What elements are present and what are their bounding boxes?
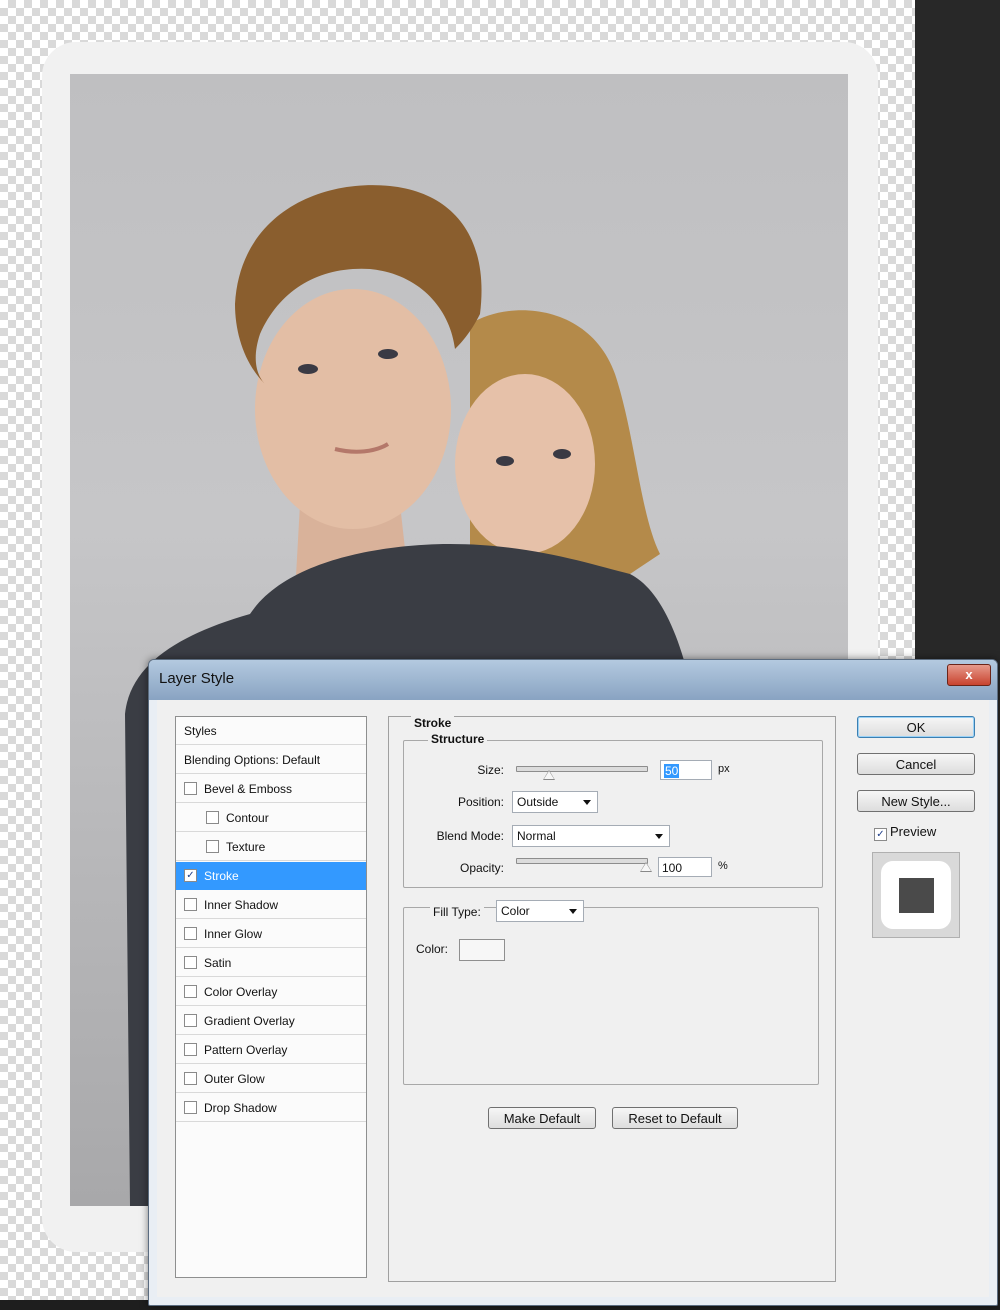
styles-list: Styles Blending Options: Default Bevel & E… [175, 716, 367, 1278]
style-item-label: Satin [204, 956, 232, 970]
checkbox-icon[interactable] [184, 927, 197, 940]
style-item-label: Gradient Overlay [204, 1014, 295, 1028]
ok-label: OK [906, 720, 926, 735]
opacity-slider-thumb[interactable] [640, 862, 652, 872]
style-item-contour[interactable]: Contour [176, 804, 366, 832]
checkbox-icon[interactable] [184, 782, 197, 795]
style-item-bevel-emboss[interactable]: Bevel & Emboss [176, 775, 366, 803]
opacity-value: 100 [662, 861, 683, 875]
style-item-satin[interactable]: Satin [176, 949, 366, 977]
reset-to-default-label: Reset to Default [628, 1111, 722, 1126]
checkbox-icon[interactable]: ✓ [184, 869, 197, 882]
style-item-label: Contour [226, 811, 269, 825]
fill-type-value: Color [501, 904, 530, 918]
size-unit: px [718, 763, 730, 775]
style-item-outer-glow[interactable]: Outer Glow [176, 1065, 366, 1093]
new-style-label: New Style... [881, 794, 951, 809]
preview-swatch [899, 878, 934, 913]
stroke-settings-panel: Stroke Structure Size: 50 px Position: O… [388, 716, 836, 1282]
opacity-unit: % [718, 860, 728, 872]
make-default-label: Make Default [503, 1111, 581, 1126]
ok-button[interactable]: OK [857, 716, 975, 738]
size-slider-thumb[interactable] [542, 770, 555, 780]
dialog-content: Styles Blending Options: Default Bevel & E… [157, 700, 989, 1297]
stroke-section-title: Stroke [411, 716, 455, 730]
size-label: Size: [477, 763, 504, 777]
style-item-label: Blending Options: Default [184, 753, 321, 767]
style-item-drop-shadow[interactable]: Drop Shadow [176, 1094, 366, 1122]
make-default-button[interactable]: Make Default [488, 1107, 596, 1129]
style-item-gradient-overlay[interactable]: Gradient Overlay [176, 1007, 366, 1035]
checkbox-icon[interactable] [184, 898, 197, 911]
close-icon: x [965, 667, 973, 682]
style-item-label: Inner Glow [204, 927, 263, 941]
style-item-label: Styles [184, 724, 217, 738]
checkbox-icon[interactable] [184, 956, 197, 969]
chevron-down-icon [583, 800, 591, 805]
checkbox-icon[interactable] [184, 1101, 197, 1114]
style-item-pattern-overlay[interactable]: Pattern Overlay [176, 1036, 366, 1064]
blend-mode-label: Blend Mode: [436, 829, 504, 843]
preview-thumbnail [881, 861, 951, 929]
cancel-button[interactable]: Cancel [857, 753, 975, 775]
reset-to-default-button[interactable]: Reset to Default [612, 1107, 738, 1129]
style-item-texture[interactable]: Texture [176, 833, 366, 861]
opacity-slider[interactable] [516, 858, 648, 864]
checkbox-icon[interactable] [184, 1072, 197, 1085]
position-dropdown[interactable]: Outside [512, 791, 598, 813]
layer-style-dialog: Layer Style x Styles Blending Options: De… [148, 659, 998, 1306]
fill-type-group: Fill Type: Color Color: [403, 900, 819, 1085]
color-label: Color: [416, 942, 449, 956]
new-style-button[interactable]: New Style... [857, 790, 975, 812]
style-item-label: Pattern Overlay [204, 1043, 288, 1057]
dialog-title: Layer Style [159, 670, 235, 687]
style-item-label: Outer Glow [204, 1072, 265, 1086]
checkbox-icon[interactable] [206, 840, 219, 853]
style-item-styles[interactable]: Styles [176, 717, 366, 745]
blend-mode-dropdown[interactable]: Normal [512, 825, 670, 847]
chevron-down-icon [569, 909, 577, 914]
style-item-label: Drop Shadow [204, 1101, 277, 1115]
style-preview [872, 852, 960, 938]
dialog-title-bar[interactable]: Layer Style x [149, 660, 997, 700]
style-item-label: Bevel & Emboss [204, 782, 293, 796]
style-item-inner-glow[interactable]: Inner Glow [176, 920, 366, 948]
style-item-blending-options-default[interactable]: Blending Options: Default [176, 746, 366, 774]
structure-title: Structure [428, 732, 488, 746]
structure-group: Structure Size: 50 px Position: Outside … [403, 732, 823, 888]
style-item-color-overlay[interactable]: Color Overlay [176, 978, 366, 1006]
style-item-label: Stroke [204, 869, 239, 883]
checkbox-icon: ✓ [874, 828, 887, 841]
fill-type-dropdown[interactable]: Color [496, 900, 584, 922]
style-item-inner-shadow[interactable]: Inner Shadow [176, 891, 366, 919]
style-item-label: Color Overlay [204, 985, 278, 999]
preview-label: Preview [890, 824, 937, 839]
style-item-label: Inner Shadow [204, 898, 279, 912]
blend-mode-value: Normal [517, 829, 556, 843]
style-item-label: Texture [226, 840, 266, 854]
position-value: Outside [517, 795, 559, 809]
cancel-label: Cancel [895, 757, 937, 772]
size-slider[interactable] [516, 766, 648, 772]
chevron-down-icon [655, 834, 663, 839]
checkbox-icon[interactable] [184, 1014, 197, 1027]
stroke-color-swatch[interactable] [459, 939, 505, 961]
opacity-input[interactable]: 100 [658, 857, 712, 877]
position-label: Position: [457, 795, 504, 809]
close-button[interactable]: x [947, 664, 991, 686]
checkbox-icon[interactable] [184, 1043, 197, 1056]
checkbox-icon[interactable] [206, 811, 219, 824]
preview-checkbox[interactable]: ✓ Preview [874, 824, 936, 841]
size-input[interactable]: 50 [660, 760, 712, 780]
checkbox-icon[interactable] [184, 985, 197, 998]
fill-type-label: Fill Type: [430, 905, 484, 919]
size-value: 50 [664, 764, 680, 778]
opacity-label: Opacity: [459, 861, 504, 875]
style-item-stroke[interactable]: ✓ Stroke [176, 862, 366, 890]
